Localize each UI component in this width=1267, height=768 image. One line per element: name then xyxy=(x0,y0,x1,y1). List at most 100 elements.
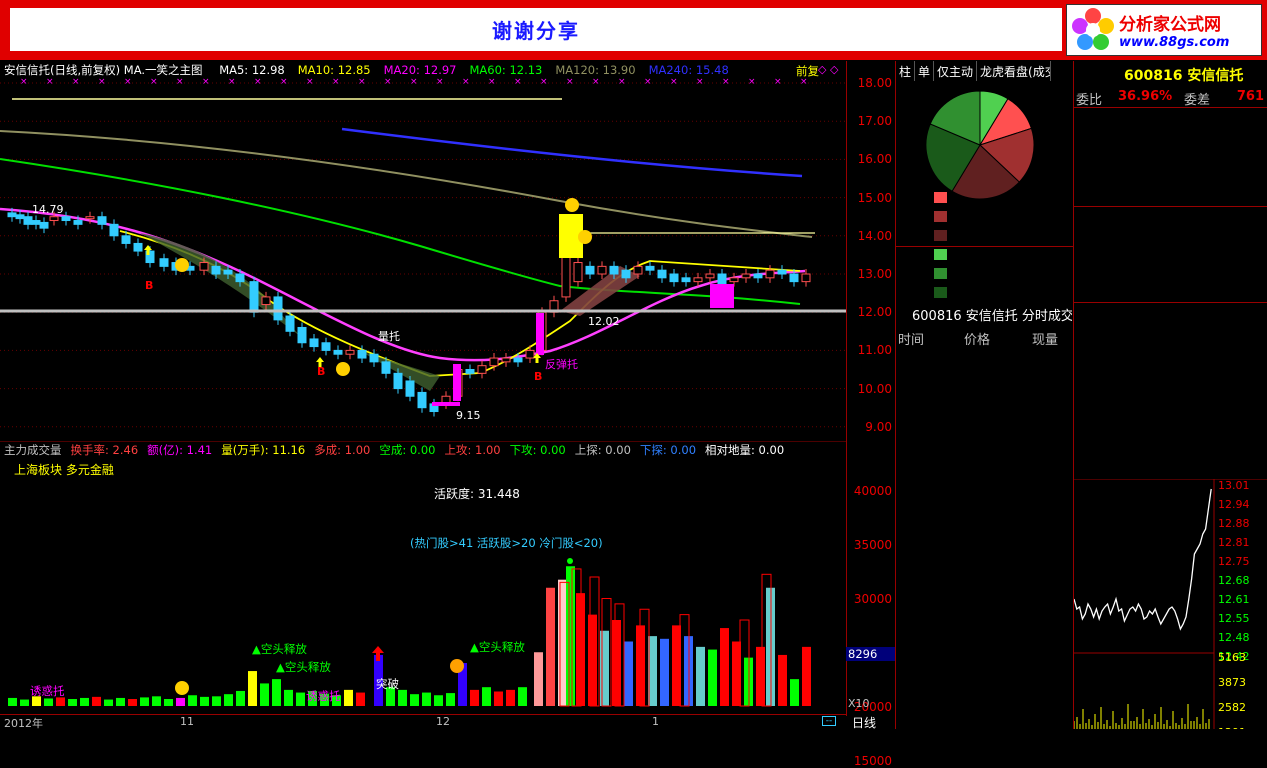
chart-mode-label[interactable]: 前复 xyxy=(796,63,819,79)
volume-bar xyxy=(546,587,555,706)
intraday-vol-tick: 3873 xyxy=(1218,676,1246,689)
smiley-icon xyxy=(450,659,464,673)
period-label[interactable]: 日线 xyxy=(852,714,876,731)
candle xyxy=(777,269,787,275)
volume-bar xyxy=(482,687,491,706)
marker-x: × xyxy=(644,77,652,87)
tick-row xyxy=(896,476,1074,494)
weicha-label: 委差 xyxy=(1184,93,1211,108)
zoom-label[interactable]: X10 xyxy=(848,697,870,710)
marker-x: × xyxy=(540,77,548,87)
candle xyxy=(223,269,233,275)
sell-row xyxy=(1074,168,1267,187)
marker-x: × xyxy=(748,77,756,87)
buy-row xyxy=(1074,283,1267,302)
marker-x: × xyxy=(228,77,236,87)
tab-2[interactable]: 仅主动 xyxy=(934,61,978,81)
sell-row xyxy=(1074,187,1267,206)
lure-label: 诱惑托 xyxy=(306,689,341,703)
intraday-tick: 12.48 xyxy=(1218,631,1250,644)
candle xyxy=(345,349,355,355)
candle xyxy=(211,265,221,275)
marker-x: × xyxy=(98,77,106,87)
tick-row xyxy=(896,512,1074,530)
tick-row xyxy=(896,548,1074,566)
header-time: 时间 xyxy=(898,333,925,348)
smiley-icon xyxy=(578,230,592,244)
stat-row xyxy=(1074,325,1267,344)
intraday-chart[interactable]: 13.01 12.94 12.88 12.81 12.75 12.68 12.61 12.55… xyxy=(1074,479,1267,729)
tab-1[interactable]: 单 xyxy=(915,61,935,81)
kong-label: ▲空头释放 xyxy=(276,660,331,674)
highlight-candle xyxy=(453,364,461,401)
marker-x: × xyxy=(202,77,210,87)
intraday-tick: 12.75 xyxy=(1218,555,1250,568)
weibi-label: 委比 xyxy=(1076,93,1103,108)
tab-3[interactable]: 龙虎看盘(成交量 xyxy=(977,61,1052,81)
marker-x: × xyxy=(280,77,288,87)
candle xyxy=(73,220,83,225)
volume-bar xyxy=(104,699,113,706)
intraday-tick: 12.94 xyxy=(1218,498,1250,511)
volume-bar xyxy=(80,697,89,706)
tick-row xyxy=(896,692,1074,710)
flow-row xyxy=(896,284,1074,302)
stat-row xyxy=(1074,344,1267,363)
volume-bar xyxy=(236,690,245,706)
flow-row xyxy=(896,189,1074,207)
candle xyxy=(717,273,727,286)
candle xyxy=(729,277,739,283)
candle xyxy=(573,262,583,283)
volume-bar xyxy=(802,646,811,706)
intraday-tick: 12.81 xyxy=(1218,536,1250,549)
volume-bar xyxy=(20,699,29,706)
stat-row xyxy=(1074,442,1267,461)
volume-bar xyxy=(588,614,597,706)
candle xyxy=(633,265,643,275)
volume-legend-item: 换手率: 2.46 xyxy=(70,443,139,457)
ma-band xyxy=(140,233,300,336)
volume-bar xyxy=(410,694,419,706)
header-price: 价格 xyxy=(964,333,991,348)
candle xyxy=(85,216,95,220)
marker-x: × xyxy=(774,77,782,87)
lure-label: 诱惑托 xyxy=(30,684,65,698)
candle xyxy=(741,273,751,279)
candle xyxy=(261,296,271,306)
scroll-handle[interactable]: -- xyxy=(822,716,836,726)
tick-row xyxy=(896,530,1074,548)
flow-tabs: 柱单仅主动龙虎看盘(成交量 xyxy=(896,61,1073,81)
candle xyxy=(753,273,763,279)
candle xyxy=(621,269,631,279)
tick-row xyxy=(896,620,1074,638)
peak-dot-icon xyxy=(567,558,573,564)
volume-bar xyxy=(624,641,633,706)
ma120-line xyxy=(0,130,813,238)
volume-bar xyxy=(398,689,407,706)
volume-bar xyxy=(434,695,443,706)
buy-row xyxy=(1074,264,1267,283)
divider xyxy=(896,246,1074,247)
flow-color-swatch xyxy=(934,268,947,279)
marker-x: × xyxy=(358,77,366,87)
candle xyxy=(23,216,33,225)
volume-chart[interactable] xyxy=(0,441,846,716)
highlight-box xyxy=(710,284,734,308)
candle xyxy=(285,315,295,332)
volume-tick: 40000 xyxy=(853,484,892,498)
candle xyxy=(789,273,799,283)
price-tick: 16.00 xyxy=(857,152,892,167)
diamond-icon[interactable]: ◇ ◇ xyxy=(818,63,838,76)
pie-chart xyxy=(925,90,1035,200)
candle xyxy=(489,357,499,367)
candle xyxy=(15,214,25,220)
candle xyxy=(681,277,691,283)
volume-bar xyxy=(92,696,101,706)
candle xyxy=(405,380,415,397)
marker-x: × xyxy=(332,77,340,87)
candle xyxy=(159,258,169,267)
tick-row xyxy=(896,386,1074,404)
tab-0[interactable]: 柱 xyxy=(896,61,916,81)
candlestick-chart[interactable]: × × × × × × × × × × × × × × × × × × × × × × × × × × × × × × × xyxy=(0,61,846,441)
buy-row xyxy=(1074,245,1267,264)
